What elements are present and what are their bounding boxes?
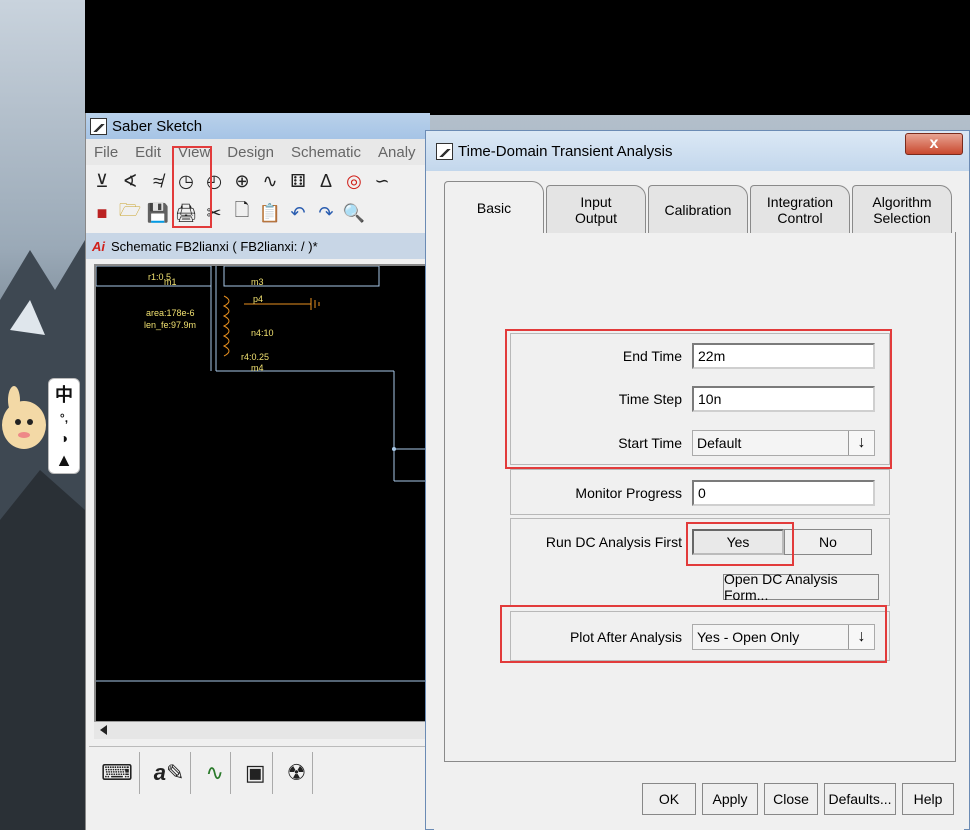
open-dc-form-button[interactable]: Open DC Analysis Form...: [723, 571, 879, 603]
menu-schematic[interactable]: Schematic: [291, 144, 361, 161]
highlight-transient-icon: [172, 146, 212, 228]
label-p4: p4: [253, 294, 264, 304]
monitor-progress-label: Monitor Progress: [575, 485, 682, 501]
monte-carlo-icon[interactable]: ⊕: [229, 168, 255, 194]
more-icon[interactable]: ∽: [369, 168, 395, 194]
dice-icon[interactable]: ⚅: [285, 168, 311, 194]
tab-algorithm-selection[interactable]: Algorithm Selection: [852, 185, 952, 233]
bottom-toolbar: ⌨ a✎ ∿ ▣ ☢: [89, 746, 431, 798]
redo-icon[interactable]: ↷: [313, 200, 339, 226]
ok-button[interactable]: OK: [642, 783, 696, 815]
saber-sketch-window: Saber Sketch File Edit View Design Schem…: [85, 113, 431, 830]
inductor-coil: [222, 295, 230, 357]
ac-analysis-icon[interactable]: ∿: [257, 168, 283, 194]
schematic-canvas[interactable]: r1:0.5 m1 m3 p4 area:178e-6 len_fe:97.9m…: [94, 264, 429, 734]
dialog-title-text: Time-Domain Transient Analysis: [458, 142, 673, 160]
mascot-icon: [0, 380, 48, 460]
menu-edit[interactable]: Edit: [135, 144, 161, 161]
probe-icon[interactable]: ☢: [281, 751, 314, 794]
help-button[interactable]: Help: [902, 783, 954, 815]
dialog-close-button[interactable]: x: [905, 133, 963, 155]
label-len: len_fe:97.9m: [144, 320, 197, 330]
black-band: [85, 0, 970, 115]
ime-toolbar[interactable]: 中 °, ◑ ▲: [48, 378, 80, 474]
label-area: area:178e-6: [146, 308, 195, 318]
transient-analysis-dialog: Time-Domain Transient Analysis x Basic I…: [425, 130, 970, 830]
tab-input-output-label: Input Output: [574, 193, 618, 226]
run-dc-label: Run DC Analysis First: [545, 534, 682, 550]
schematic-title-text: Schematic FB2lianxi ( FB2lianxi: / )*: [111, 238, 318, 254]
defaults-button[interactable]: Defaults...: [824, 783, 896, 815]
schematic-title-bar[interactable]: Ai Schematic FB2lianxi ( FB2lianxi: / )*: [86, 233, 430, 259]
label-m4: m4: [251, 363, 264, 373]
target-icon[interactable]: ◎: [341, 168, 367, 194]
menu-design[interactable]: Design: [227, 144, 274, 161]
tab-algorithm-selection-label: Algorithm Selection: [872, 193, 932, 226]
dialog-title-bar[interactable]: Time-Domain Transient Analysis: [426, 131, 969, 171]
waveform-icon[interactable]: ∢: [117, 168, 143, 194]
menu-analysis[interactable]: Analy: [378, 144, 416, 161]
junction-dot: [392, 447, 396, 451]
scroll-left-icon[interactable]: [100, 725, 107, 735]
highlight-run-dc-yes: [686, 522, 794, 566]
ground-icon[interactable]: ⊻: [89, 168, 115, 194]
schematic-icon: Ai: [92, 238, 105, 254]
run-dc-no-button[interactable]: No: [784, 529, 872, 555]
horizontal-scrollbar[interactable]: [94, 721, 429, 739]
dialog-body: Basic Input Output Calibration Integrati…: [434, 171, 964, 830]
toolbar-row-2: ■ 🗁 💾 🖨 ✂ 🗋 📋 ↶ ↷ 🔍: [86, 197, 430, 229]
menu-file[interactable]: File: [94, 144, 118, 161]
ime-halfwidth-icon[interactable]: ◑: [60, 430, 68, 446]
keyboard-icon[interactable]: ⌨: [95, 751, 140, 794]
text-tool-icon[interactable]: a✎: [148, 751, 192, 794]
tab-basic[interactable]: Basic: [444, 181, 544, 233]
tab-input-output[interactable]: Input Output: [546, 185, 646, 233]
sensitivity-icon[interactable]: Δ: [313, 168, 339, 194]
copy-icon[interactable]: 🗋: [229, 200, 255, 226]
saber-menu-bar: File Edit View Design Schematic Analy: [86, 139, 430, 165]
apply-button[interactable]: Apply: [702, 783, 758, 815]
highlight-time-settings: [505, 329, 892, 469]
symbol-editor-icon[interactable]: ▣: [239, 751, 273, 794]
tab-basic-label: Basic: [476, 199, 512, 216]
undo-icon[interactable]: ↶: [285, 200, 311, 226]
saber-app-icon: [90, 117, 107, 135]
paste-icon[interactable]: 📋: [257, 200, 283, 226]
label-r4: r4:0.25: [241, 352, 270, 362]
monitor-progress-row: Monitor Progress 0: [514, 480, 875, 506]
tab-integration-control-label: Integration Control: [766, 193, 834, 226]
ime-chinese-icon[interactable]: 中: [55, 381, 73, 407]
tab-calibration-label: Calibration: [664, 201, 732, 218]
tab-integration-control[interactable]: Integration Control: [750, 185, 850, 233]
schematic-box-2: [223, 265, 380, 287]
save-icon[interactable]: 💾: [145, 200, 171, 226]
label-n4: n4:10: [251, 328, 274, 338]
label-m3: m3: [251, 277, 264, 287]
dialog-tabs: Basic Input Output Calibration Integrati…: [444, 181, 954, 233]
highlight-plot-after: [500, 605, 887, 663]
ime-skin-icon[interactable]: ▲: [55, 450, 73, 471]
monitor-progress-input[interactable]: 0: [692, 480, 875, 506]
toolbar-row-1: ⊻ ∢ ≉ ◷ ◴ ⊕ ∿ ⚅ Δ ◎ ∽: [86, 165, 430, 197]
dialog-app-icon: [436, 142, 453, 160]
zoom-in-icon[interactable]: 🔍: [341, 200, 367, 226]
open-folder-icon[interactable]: 🗁: [117, 200, 143, 226]
label-m1: m1: [164, 277, 177, 287]
parts-gallery-icon[interactable]: ∿: [199, 751, 231, 794]
new-icon[interactable]: ■: [89, 200, 115, 226]
close-button[interactable]: Close: [764, 783, 818, 815]
ime-punctuation-icon[interactable]: °,: [60, 411, 68, 425]
tab-calibration[interactable]: Calibration: [648, 185, 748, 233]
dc-op-icon[interactable]: ≉: [145, 168, 171, 194]
saber-title-bar[interactable]: Saber Sketch: [86, 113, 430, 139]
saber-title-text: Saber Sketch: [112, 117, 203, 135]
dialog-footer: OK Apply Close Defaults... Help: [434, 774, 964, 824]
